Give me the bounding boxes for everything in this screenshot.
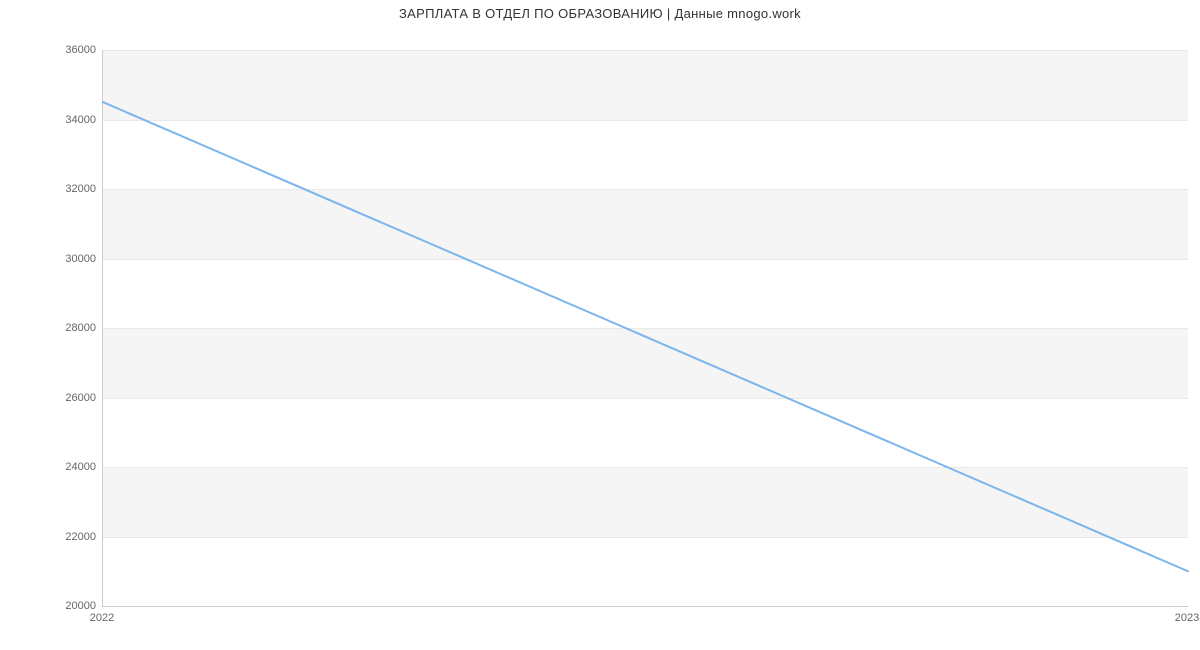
- y-tick-label: 34000: [6, 114, 96, 126]
- x-tick-label: 2022: [90, 612, 114, 624]
- y-tick-label: 28000: [6, 322, 96, 334]
- y-tick-label: 36000: [6, 44, 96, 56]
- y-tick-label: 22000: [6, 531, 96, 543]
- y-tick-label: 20000: [6, 600, 96, 612]
- y-tick-label: 30000: [6, 253, 96, 265]
- y-tick-label: 32000: [6, 183, 96, 195]
- y-tick-label: 24000: [6, 461, 96, 473]
- plot-area: [102, 50, 1188, 607]
- chart-container: ЗАРПЛАТА В ОТДЕЛ ПО ОБРАЗОВАНИЮ | Данные…: [0, 0, 1200, 650]
- x-tick-label: 2023: [1175, 612, 1199, 624]
- y-tick-label: 26000: [6, 392, 96, 404]
- chart-title: ЗАРПЛАТА В ОТДЕЛ ПО ОБРАЗОВАНИЮ | Данные…: [0, 6, 1200, 21]
- line-series: [103, 50, 1188, 606]
